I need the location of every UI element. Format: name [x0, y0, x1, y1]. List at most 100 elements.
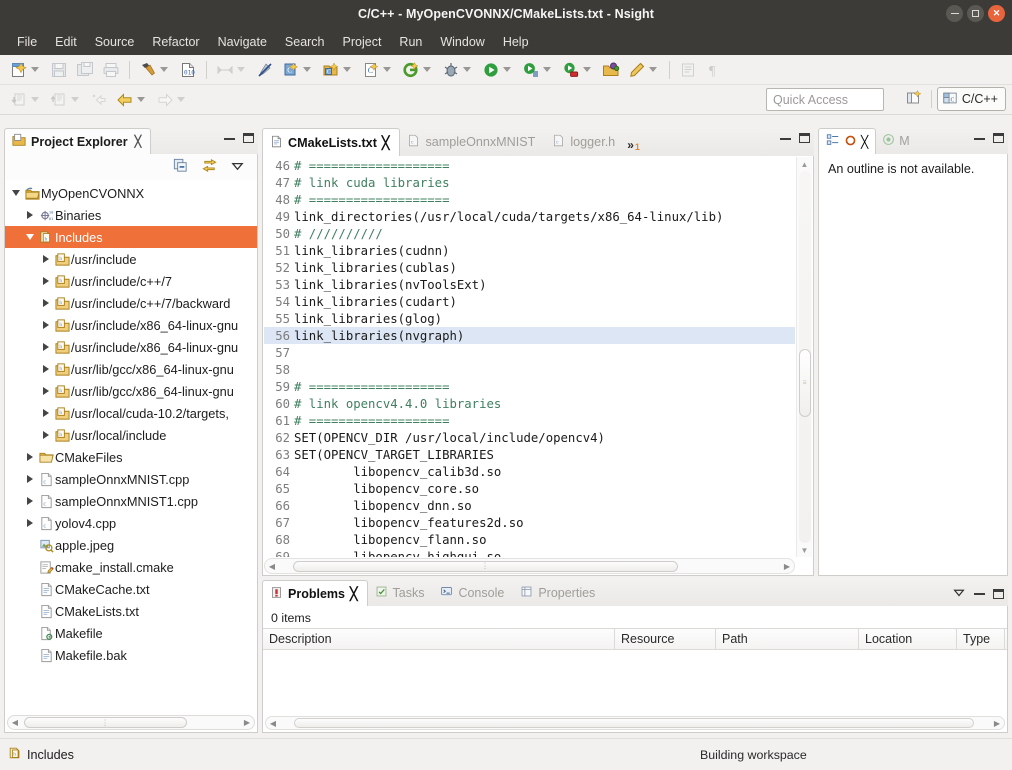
editor-tab-logger[interactable]: c logger.h [545, 128, 625, 156]
code-line[interactable]: 69 libopencv_highgui.so [264, 548, 795, 558]
tree-expand-arrow-icon[interactable] [39, 365, 53, 373]
scroll-left-icon[interactable]: ◀ [266, 719, 280, 728]
open-type-button[interactable] [598, 57, 624, 83]
new-c-folder-caret[interactable] [343, 67, 351, 72]
new-c-class-caret[interactable] [303, 67, 311, 72]
view-menu-icon[interactable] [230, 158, 245, 176]
tree-expand-arrow-icon[interactable] [23, 453, 37, 461]
binary-file-button[interactable]: 010 [175, 57, 201, 83]
forward-button[interactable] [152, 87, 192, 113]
tree-expand-arrow-icon[interactable] [23, 475, 37, 483]
tree-expand-arrow-icon[interactable] [39, 299, 53, 307]
print-button[interactable] [98, 57, 124, 83]
scroll-left-icon[interactable]: ◀ [8, 718, 22, 727]
tab-make-target[interactable]: M [876, 128, 915, 154]
menu-search[interactable]: Search [276, 32, 334, 52]
close-icon[interactable]: ╳ [135, 135, 142, 148]
editor-hscrollbar[interactable]: ◀ ⋮ ▶ [264, 558, 795, 574]
code-line[interactable]: 46 # =================== [264, 157, 795, 174]
vscroll-track[interactable]: ≡ [798, 171, 811, 543]
minimize-editor-icon[interactable] [780, 137, 791, 140]
problems-column-header[interactable]: Path [716, 629, 859, 649]
close-button[interactable]: ✕ [988, 5, 1005, 22]
tree-expand-arrow-icon[interactable] [23, 497, 37, 505]
build-button[interactable] [135, 57, 175, 83]
code-text-area[interactable]: 46 # =================== 47 # link cuda lib… [264, 157, 795, 557]
link-with-editor-icon[interactable] [201, 157, 218, 177]
pencil-button[interactable] [624, 57, 664, 83]
build-dropdown-caret[interactable] [160, 67, 168, 72]
hscroll-track[interactable]: ⋮ [22, 717, 240, 728]
save-all-button[interactable] [72, 57, 98, 83]
new-cuda-project-button[interactable] [398, 57, 438, 83]
menu-help[interactable]: Help [494, 32, 538, 52]
tree-item[interactable]: h/usr/include/x86_64-linux-gnu [5, 314, 257, 336]
code-line[interactable]: 57 [264, 344, 795, 361]
run-button[interactable] [478, 57, 518, 83]
tree-item[interactable]: CMakeCache.txt [5, 578, 257, 600]
run-caret[interactable] [503, 67, 511, 72]
tab-outline[interactable]: ╳ [818, 128, 877, 154]
tree-expand-arrow-icon[interactable] [39, 255, 53, 263]
editor-tab-overflow-button[interactable]: » 1 [625, 138, 646, 156]
tree-item[interactable]: h/usr/local/include [5, 424, 257, 446]
editor-vscrollbar[interactable]: ▲ ≡ ▼ [796, 157, 812, 557]
code-line[interactable]: 52 link_libraries(cublas) [264, 259, 795, 276]
view-menu-icon[interactable] [952, 585, 966, 602]
problems-hscroll-thumb[interactable] [294, 717, 974, 728]
code-line[interactable]: 59 # =================== [264, 378, 795, 395]
code-line[interactable]: 60 # link opencv4.4.0 libraries [264, 395, 795, 412]
show-whitespace-button[interactable] [675, 57, 701, 83]
project-tree[interactable]: MyOpenCVONNX 10 01 Binaries h Includes h/usr/i… [5, 180, 257, 723]
tree-item[interactable]: 10 01 Binaries [5, 204, 257, 226]
tab-project-explorer[interactable]: Project Explorer ╳ [4, 128, 152, 154]
new-file-dropdown-caret[interactable] [31, 67, 39, 72]
forward-caret[interactable] [177, 97, 185, 102]
tree-expand-arrow-icon[interactable] [23, 211, 37, 219]
tree-item[interactable]: h/usr/include/x86_64-linux-gnu [5, 336, 257, 358]
menu-file[interactable]: File [8, 32, 46, 52]
pencil-caret[interactable] [649, 67, 657, 72]
code-line[interactable]: 61 # =================== [264, 412, 795, 429]
problems-column-header[interactable]: Resource [615, 629, 716, 649]
menu-edit[interactable]: Edit [46, 32, 86, 52]
tree-item[interactable]: CMakeLists.txt [5, 600, 257, 622]
tree-item[interactable]: h/usr/local/cuda-10.2/targets, [5, 402, 257, 424]
code-line[interactable]: 63 SET(OPENCV_TARGET_LIBRARIES [264, 446, 795, 463]
problems-column-header[interactable]: Description [263, 629, 615, 649]
tree-item[interactable]: c sampleOnnxMNIST.cpp [5, 468, 257, 490]
tree-item[interactable]: c yolov4.cpp [5, 512, 257, 534]
export-caret[interactable] [71, 97, 79, 102]
back-history-button[interactable] [86, 87, 112, 113]
code-line[interactable]: 54 link_libraries(cudart) [264, 293, 795, 310]
tree-expand-arrow-icon[interactable] [23, 234, 37, 240]
new-c-source-caret[interactable] [383, 67, 391, 72]
minimize-button[interactable] [946, 5, 963, 22]
tree-expand-arrow-icon[interactable] [39, 409, 53, 417]
code-line[interactable]: 64 libopencv_calib3d.so [264, 463, 795, 480]
scroll-left-icon[interactable]: ◀ [265, 562, 279, 571]
tab-tasks[interactable]: Tasks [368, 580, 434, 606]
menu-window[interactable]: Window [431, 32, 493, 52]
code-line[interactable]: 58 [264, 361, 795, 378]
pilcrow-button[interactable]: ¶ [701, 57, 727, 83]
menu-run[interactable]: Run [390, 32, 431, 52]
export-button[interactable] [46, 87, 86, 113]
tree-item[interactable]: h Includes [5, 226, 257, 248]
tree-item[interactable]: h/usr/include/c++/7 [5, 270, 257, 292]
problems-column-header[interactable]: Location [859, 629, 957, 649]
tree-item[interactable]: h/usr/lib/gcc/x86_64-linux-gnu [5, 358, 257, 380]
profile-caret[interactable] [543, 67, 551, 72]
scroll-right-icon[interactable]: ▶ [990, 719, 1004, 728]
import-button[interactable] [6, 87, 46, 113]
maximize-editor-icon[interactable] [799, 133, 810, 143]
code-line[interactable]: 53 link_libraries(nvToolsExt) [264, 276, 795, 293]
tab-properties[interactable]: Properties [513, 580, 604, 606]
back-caret[interactable] [137, 97, 145, 102]
debug-button[interactable] [438, 57, 478, 83]
import-caret[interactable] [31, 97, 39, 102]
maximize-problems-icon[interactable] [993, 588, 1004, 599]
new-c-class-button[interactable]: C [278, 57, 318, 83]
tab-problems[interactable]: Problems ╳ [262, 580, 368, 606]
tree-expand-arrow-icon[interactable] [9, 190, 23, 196]
